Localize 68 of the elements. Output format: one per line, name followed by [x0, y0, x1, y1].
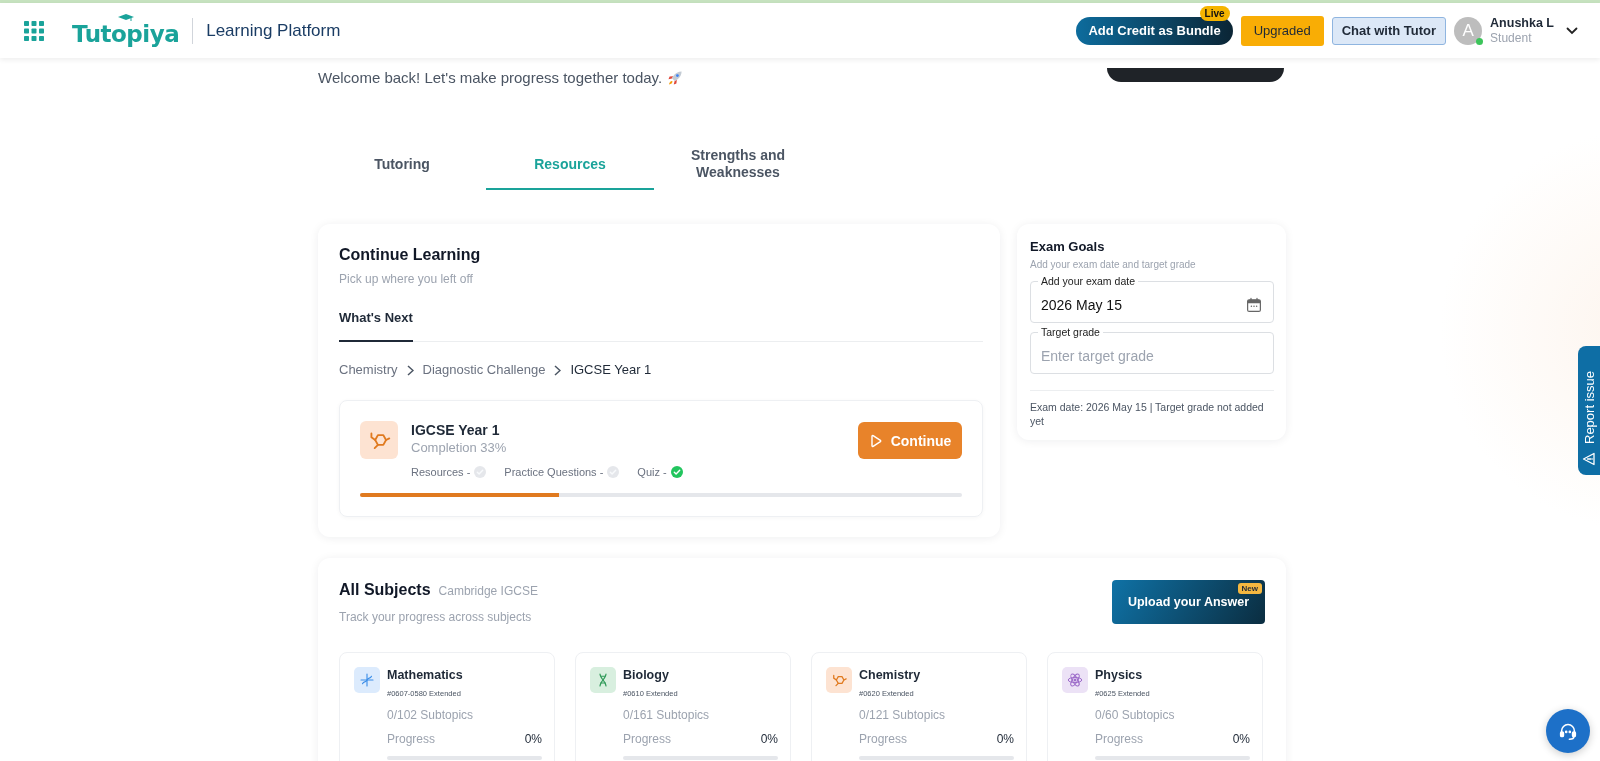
step-label: Quiz - [637, 466, 667, 478]
play-icon [868, 433, 883, 448]
section-title: All Subjects [339, 580, 431, 600]
section-title: Continue Learning [339, 245, 482, 265]
tab[interactable]: Strengths and Weaknesses [654, 140, 822, 190]
progress-label: Progress [387, 731, 436, 747]
section-subtitle: Track your progress across subjects [339, 609, 533, 625]
new-badge: New [1237, 583, 1262, 594]
progress-value: 0% [996, 731, 1014, 747]
progress-value: 0% [524, 731, 542, 747]
subtopic-count: 0/161 Subtopics [623, 707, 710, 723]
molecule-icon [360, 421, 398, 459]
card-subtitle: Add your exam date and target grade [1030, 258, 1197, 271]
chevron-right-icon [554, 364, 562, 376]
user-role: Student [1490, 30, 1533, 46]
section-subtitle: Pick up where you left off [339, 271, 474, 287]
breadcrumb-link[interactable]: Chemistry [339, 361, 398, 379]
breadcrumb-current: IGCSE Year 1 [570, 361, 652, 379]
chat-button[interactable]: Chat with Tutor [1331, 16, 1447, 45]
course-title: IGCSE Year 1 [411, 421, 501, 439]
breadcrumb-link[interactable]: Diagnostic Challenge [422, 361, 546, 379]
input-field[interactable]: Target grade Enter target grade [1030, 326, 1274, 374]
field-value: 2026 May 15 [1041, 297, 1122, 313]
tab[interactable]: What's Next [339, 309, 413, 342]
subtopic-count: 0/102 Subtopics [387, 707, 474, 723]
math-symbol-icon [354, 667, 380, 693]
subject-name: Biology [623, 667, 669, 683]
step-label: Practice Questions - [504, 466, 604, 478]
live-badge: Live [1199, 5, 1230, 21]
calendar-icon[interactable] [1245, 296, 1263, 314]
progress-label: Progress [623, 731, 672, 747]
field-label: Add your exam date [1040, 275, 1136, 288]
progress-value: 0% [760, 731, 778, 747]
date-field[interactable]: Add your exam date 2026 May 15 [1030, 275, 1274, 323]
subtopic-count: 0/121 Subtopics [859, 707, 946, 723]
field-placeholder: Enter target grade [1041, 348, 1154, 364]
tab[interactable]: Tutoring [318, 140, 486, 190]
platform-title: Learning Platform [206, 20, 341, 41]
subtopic-count: 0/60 Subtopics [1095, 707, 1175, 723]
dna-icon [590, 667, 616, 693]
progress-label: Progress [1095, 731, 1144, 747]
rocket-icon [667, 70, 684, 86]
report-issue-tab[interactable]: Report issue [1578, 346, 1600, 475]
atom-icon [1062, 667, 1088, 693]
molecule-icon [826, 667, 852, 693]
chevron-right-icon [406, 364, 414, 376]
subject-name: Chemistry [859, 667, 921, 683]
field-label: Target grade [1040, 326, 1101, 339]
card-title: Exam Goals [1030, 238, 1106, 256]
exam-board: Cambridge IGCSE [438, 584, 538, 598]
add-credit-button[interactable]: Add Credit as Bundle [1076, 16, 1233, 45]
warning-icon [1582, 452, 1596, 466]
app-grid-icon[interactable] [24, 20, 44, 41]
user-name: Anushka L [1490, 15, 1554, 31]
support-button[interactable] [1546, 709, 1590, 753]
exam-summary: Exam date: 2026 May 15 | Target grade not added yet [1030, 400, 1265, 428]
subject-name: Mathematics [387, 667, 463, 683]
report-issue-label: Report issue [1581, 371, 1597, 444]
step-label: Resources - [411, 466, 471, 478]
completion-text: Completion 33% [411, 439, 508, 457]
upgraded-button[interactable]: Upgraded [1240, 15, 1324, 46]
welcome-message: Welcome back! Let's make progress together today. [318, 68, 663, 88]
graduation-cap-icon [118, 14, 134, 22]
dark-button[interactable] [1107, 68, 1284, 82]
chevron-down-icon[interactable] [1566, 26, 1578, 35]
subject-name: Physics [1095, 667, 1143, 683]
progress-label: Progress [859, 731, 908, 747]
progress-value: 0% [1232, 731, 1250, 747]
